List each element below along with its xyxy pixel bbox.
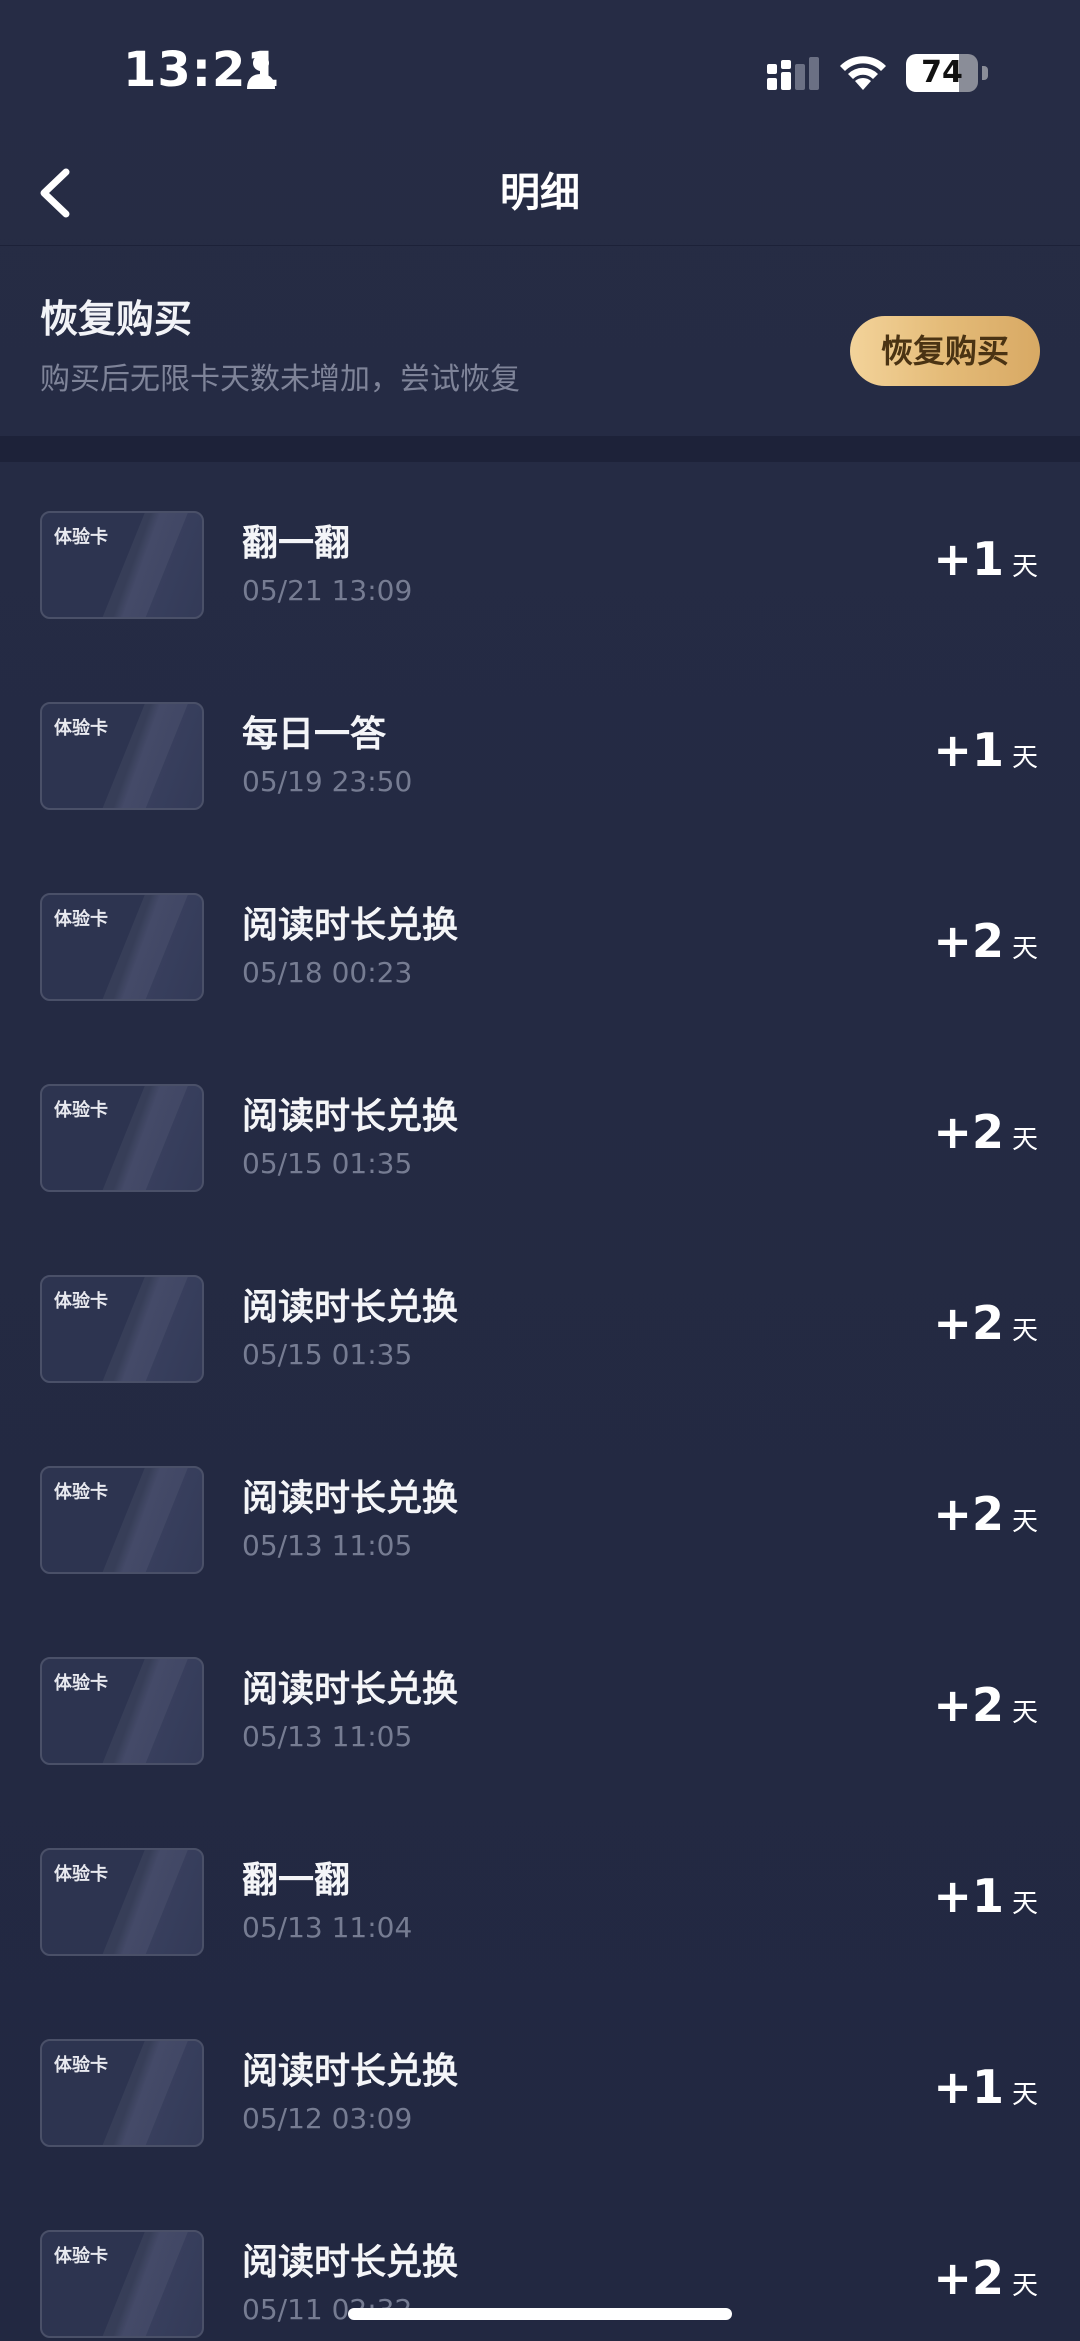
card-label: 体验卡	[54, 1100, 108, 1121]
restore-purchase-button[interactable]: 恢复购买	[850, 316, 1040, 386]
amount-unit: 天	[1011, 1125, 1038, 1155]
card-label: 体验卡	[54, 718, 108, 739]
record-time: 05/15 01:35	[242, 1338, 413, 1371]
amount-value: +2	[933, 914, 1004, 968]
amount-value: +1	[933, 2060, 1004, 2114]
record-time: 05/19 23:50	[242, 765, 413, 798]
amount-unit: 天	[1011, 1889, 1038, 1919]
record-amount: +2 天	[933, 2251, 1038, 2305]
record-time: 05/13 11:04	[242, 1911, 413, 1944]
amount-unit: 天	[1011, 934, 1038, 964]
page-title: 明细	[500, 170, 580, 216]
restore-purchase-section: 恢复购买 购买后无限卡天数未增加，尝试恢复 恢复购买	[0, 246, 1080, 436]
card-thumbnail: 体验卡	[40, 2230, 204, 2338]
amount-unit: 天	[1011, 2080, 1038, 2110]
list-item[interactable]: 体验卡 阅读时长兑换 05/13 11:05 +2 天	[0, 1417, 1080, 1608]
cellular-signal-icon	[767, 57, 819, 90]
list-item[interactable]: 体验卡 每日一答 05/19 23:50 +1 天	[0, 653, 1080, 844]
record-time: 05/13 11:05	[242, 1720, 413, 1753]
record-amount: +1 天	[933, 2060, 1038, 2114]
amount-unit: 天	[1011, 1698, 1038, 1728]
card-label: 体验卡	[54, 909, 108, 930]
record-amount: +2 天	[933, 1296, 1038, 1350]
card-thumbnail: 体验卡	[40, 1848, 204, 1956]
wifi-icon	[840, 56, 886, 90]
card-label: 体验卡	[54, 2246, 108, 2267]
amount-unit: 天	[1011, 552, 1038, 582]
record-list: 体验卡 翻一翻 05/21 13:09 +1 天 体验卡 每日一答 05/19 2…	[0, 462, 1080, 2341]
record-time: 05/21 13:09	[242, 574, 413, 607]
list-item[interactable]: 体验卡 阅读时长兑换 05/18 00:23 +2 天	[0, 844, 1080, 1035]
amount-unit: 天	[1011, 1507, 1038, 1537]
record-title: 每日一答	[242, 714, 387, 755]
card-label: 体验卡	[54, 1864, 108, 1885]
record-amount: +2 天	[933, 914, 1038, 968]
list-item[interactable]: 体验卡 阅读时长兑换 05/13 11:05 +2 天	[0, 1608, 1080, 1799]
card-thumbnail: 体验卡	[40, 1466, 204, 1574]
record-title: 阅读时长兑换	[242, 1669, 459, 1710]
list-item[interactable]: 体验卡 阅读时长兑换 05/15 01:35 +2 天	[0, 1035, 1080, 1226]
amount-value: +2	[933, 1296, 1004, 1350]
card-label: 体验卡	[54, 1673, 108, 1694]
amount-value: +2	[933, 2251, 1004, 2305]
card-thumbnail: 体验卡	[40, 1657, 204, 1765]
card-thumbnail: 体验卡	[40, 702, 204, 810]
record-amount: +1 天	[933, 723, 1038, 777]
record-title: 阅读时长兑换	[242, 1478, 459, 1519]
record-title: 翻一翻	[242, 1860, 351, 1901]
person-icon	[247, 55, 275, 89]
record-amount: +2 天	[933, 1105, 1038, 1159]
amount-value: +1	[933, 532, 1004, 586]
list-item[interactable]: 体验卡 阅读时长兑换 05/15 01:35 +2 天	[0, 1226, 1080, 1417]
section-divider	[0, 436, 1080, 462]
battery-cap	[982, 66, 988, 80]
battery-level: 74	[921, 55, 963, 90]
card-thumbnail: 体验卡	[40, 1084, 204, 1192]
record-title: 阅读时长兑换	[242, 1287, 459, 1328]
record-amount: +1 天	[933, 1869, 1038, 1923]
battery-body: 74	[906, 54, 978, 92]
record-title: 阅读时长兑换	[242, 2242, 459, 2283]
record-amount: +2 天	[933, 1678, 1038, 1732]
card-thumbnail: 体验卡	[40, 1275, 204, 1383]
card-label: 体验卡	[54, 527, 108, 548]
card-label: 体验卡	[54, 1482, 108, 1503]
battery-icon: 74	[906, 54, 988, 92]
list-item[interactable]: 体验卡 阅读时长兑换 05/12 03:09 +1 天	[0, 1990, 1080, 2181]
card-thumbnail: 体验卡	[40, 511, 204, 619]
card-thumbnail: 体验卡	[40, 893, 204, 1001]
status-bar: 13:21 74	[0, 0, 1080, 140]
amount-unit: 天	[1011, 2271, 1038, 2301]
record-title: 阅读时长兑换	[242, 1096, 459, 1137]
card-label: 体验卡	[54, 1291, 108, 1312]
card-thumbnail: 体验卡	[40, 2039, 204, 2147]
amount-value: +2	[933, 1487, 1004, 1541]
amount-unit: 天	[1011, 1316, 1038, 1346]
record-time: 05/18 00:23	[242, 956, 413, 989]
record-title: 阅读时长兑换	[242, 905, 459, 946]
amount-value: +1	[933, 723, 1004, 777]
record-time: 05/13 11:05	[242, 1529, 413, 1562]
record-title: 翻一翻	[242, 523, 351, 564]
record-title: 阅读时长兑换	[242, 2051, 459, 2092]
card-label: 体验卡	[54, 2055, 108, 2076]
record-amount: +2 天	[933, 1487, 1038, 1541]
nav-bar: 明细	[0, 140, 1080, 246]
amount-value: +1	[933, 1869, 1004, 1923]
amount-value: +2	[933, 1105, 1004, 1159]
record-time: 05/15 01:35	[242, 1147, 413, 1180]
detail-screen: 13:21 74 明细 恢复购买 购买后无限卡天数未增加，尝试恢复 恢复购买 体…	[0, 0, 1080, 2341]
amount-unit: 天	[1011, 743, 1038, 773]
home-indicator[interactable]	[348, 2308, 732, 2320]
record-amount: +1 天	[933, 532, 1038, 586]
restore-description: 购买后无限卡天数未增加，尝试恢复	[40, 362, 520, 397]
list-item[interactable]: 体验卡 翻一翻 05/13 11:04 +1 天	[0, 1799, 1080, 1990]
record-time: 05/12 03:09	[242, 2102, 413, 2135]
amount-value: +2	[933, 1678, 1004, 1732]
list-item[interactable]: 体验卡 翻一翻 05/21 13:09 +1 天	[0, 462, 1080, 653]
restore-title: 恢复购买	[40, 297, 193, 341]
